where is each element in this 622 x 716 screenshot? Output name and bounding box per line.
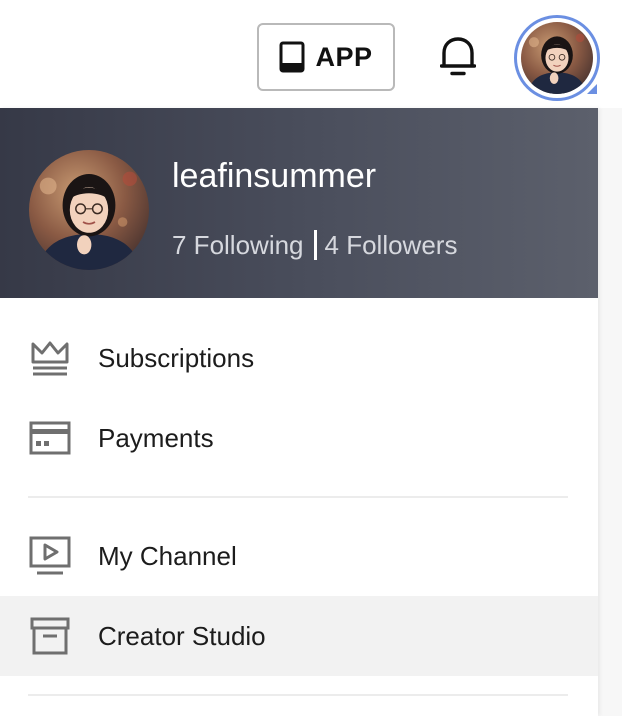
user-avatar-button[interactable]: [514, 15, 600, 101]
app-download-button[interactable]: APP: [257, 23, 395, 91]
menu-item-payments[interactable]: Payments: [0, 398, 598, 478]
notifications-button[interactable]: [436, 34, 480, 82]
profile-stats: 7 Following 4 Followers: [172, 228, 457, 262]
stats-separator: [313, 230, 317, 260]
profile-header[interactable]: leafinsummer 7 Following 4 Followers: [0, 108, 598, 298]
app-button-label: APP: [315, 41, 373, 72]
page-background-strip: [598, 108, 622, 716]
avatar-dropdown-indicator: [587, 84, 597, 94]
credit-card-icon: [28, 416, 72, 460]
menu-divider: [28, 694, 568, 696]
menu-item-label: My Channel: [98, 541, 237, 571]
menu-item-label: Subscriptions: [98, 343, 255, 373]
profile-avatar: [29, 150, 149, 270]
menu-item-label: Creator Studio: [98, 621, 266, 651]
crown-icon: [28, 336, 72, 380]
tablet-icon: [279, 41, 305, 73]
profile-username: leafinsummer: [172, 157, 377, 195]
bell-icon: [439, 35, 477, 82]
menu-item-label: Payments: [98, 423, 214, 453]
user-avatar-image: [521, 22, 593, 94]
followers-count[interactable]: 4 Followers: [325, 228, 458, 262]
following-count[interactable]: 7 Following: [172, 228, 304, 262]
menu-item-subscriptions[interactable]: Subscriptions: [0, 318, 598, 398]
menu-item-my-channel[interactable]: My Channel: [0, 516, 598, 596]
account-dropdown-menu: leafinsummer 7 Following 4 Followers Sub…: [0, 108, 598, 716]
menu-divider: [28, 496, 568, 498]
play-screen-icon: [28, 534, 72, 578]
top-bar: APP: [0, 0, 622, 108]
archive-box-icon: [28, 614, 72, 658]
menu-item-creator-studio[interactable]: Creator Studio: [0, 596, 598, 676]
